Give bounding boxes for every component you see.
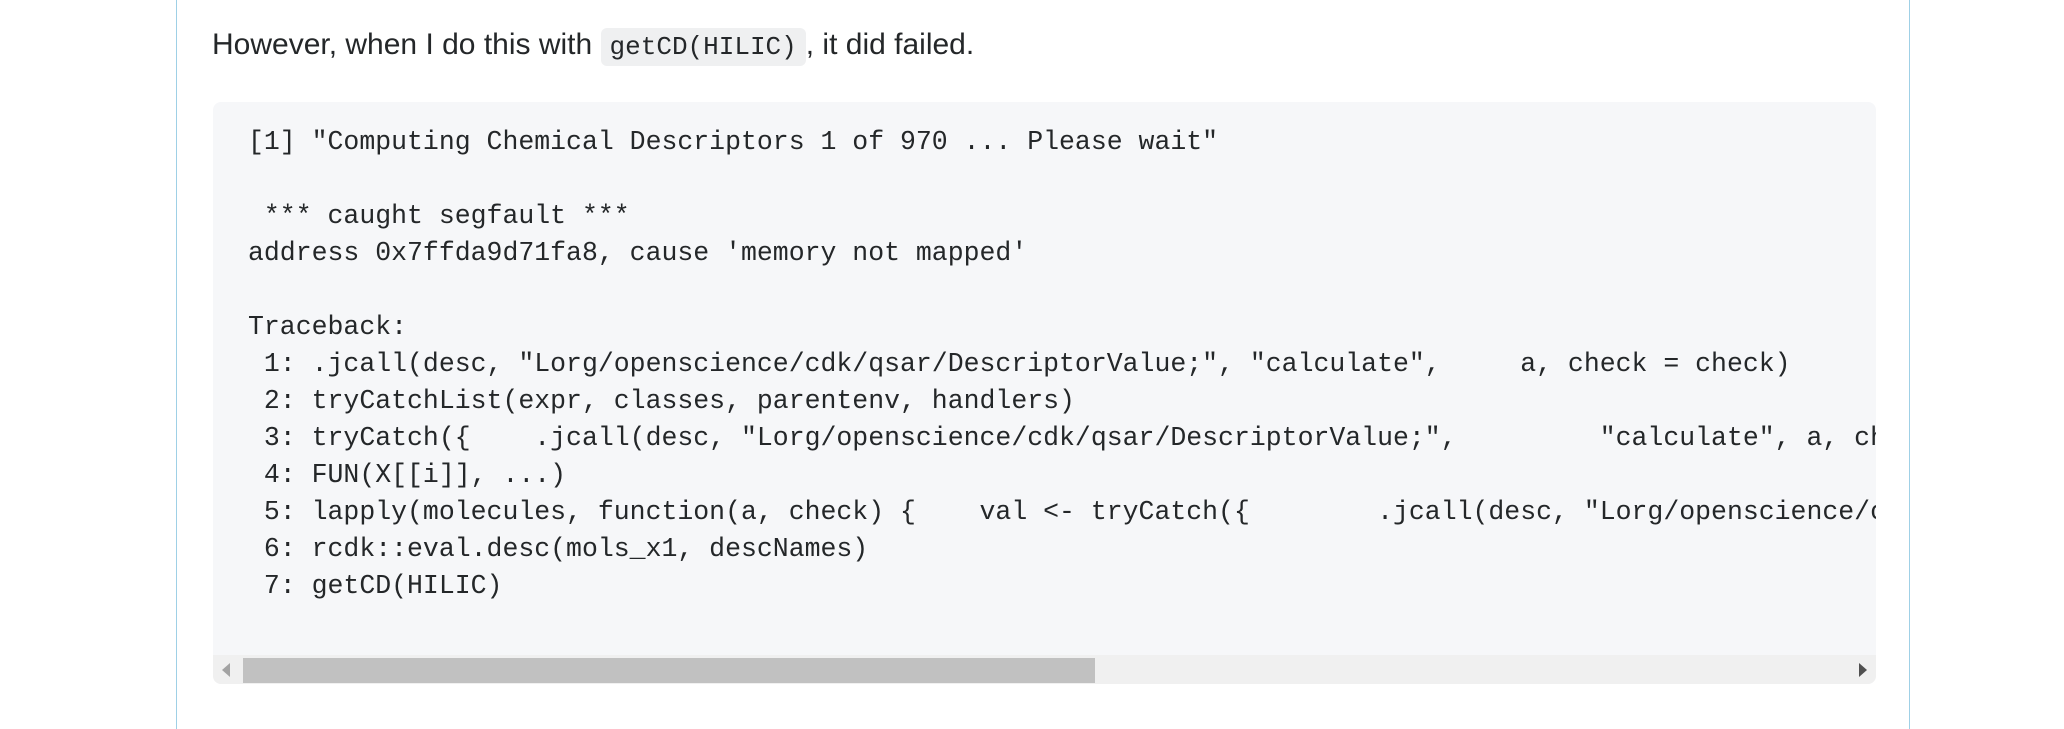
code-content: [1] "Computing Chemical Descriptors 1 of… (213, 102, 1876, 655)
post-paragraph: However, when I do this with getCD(HILIC… (212, 22, 974, 70)
code-line: [1] "Computing Chemical Descriptors 1 of… (248, 127, 1219, 157)
code-line: 1: .jcall(desc, "Lorg/openscience/cdk/qs… (248, 349, 1791, 379)
code-block: [1] "Computing Chemical Descriptors 1 of… (213, 102, 1876, 684)
paragraph-text-before: However, when I do this with (212, 28, 601, 61)
code-line: 5: lapply(molecules, function(a, check) … (248, 497, 1876, 527)
arrow-right-icon[interactable] (1848, 655, 1876, 684)
code-line: Traceback: (248, 312, 408, 342)
arrow-left-icon[interactable] (213, 655, 241, 684)
page: However, when I do this with getCD(HILIC… (0, 0, 2064, 729)
post-body: However, when I do this with getCD(HILIC… (176, 0, 1910, 729)
code-line: 2: tryCatchList(expr, classes, parentenv… (248, 386, 1075, 416)
horizontal-scrollbar[interactable] (213, 655, 1876, 684)
paragraph-text-after: , it did failed. (805, 28, 975, 61)
code-line: 6: rcdk::eval.desc(mols_x1, descNames) (248, 534, 869, 564)
code-line: address 0x7ffda9d71fa8, cause 'memory no… (248, 238, 1028, 268)
code-line: *** caught segfault *** (248, 201, 630, 231)
code-line: 4: FUN(X[[i]], ...) (248, 460, 567, 490)
code-line: 7: getCD(HILIC) (248, 571, 503, 601)
scrollbar-thumb[interactable] (243, 658, 1095, 683)
code-line: 3: tryCatch({ .jcall(desc, "Lorg/opensci… (248, 423, 1876, 453)
inline-code: getCD(HILIC) (600, 28, 806, 66)
